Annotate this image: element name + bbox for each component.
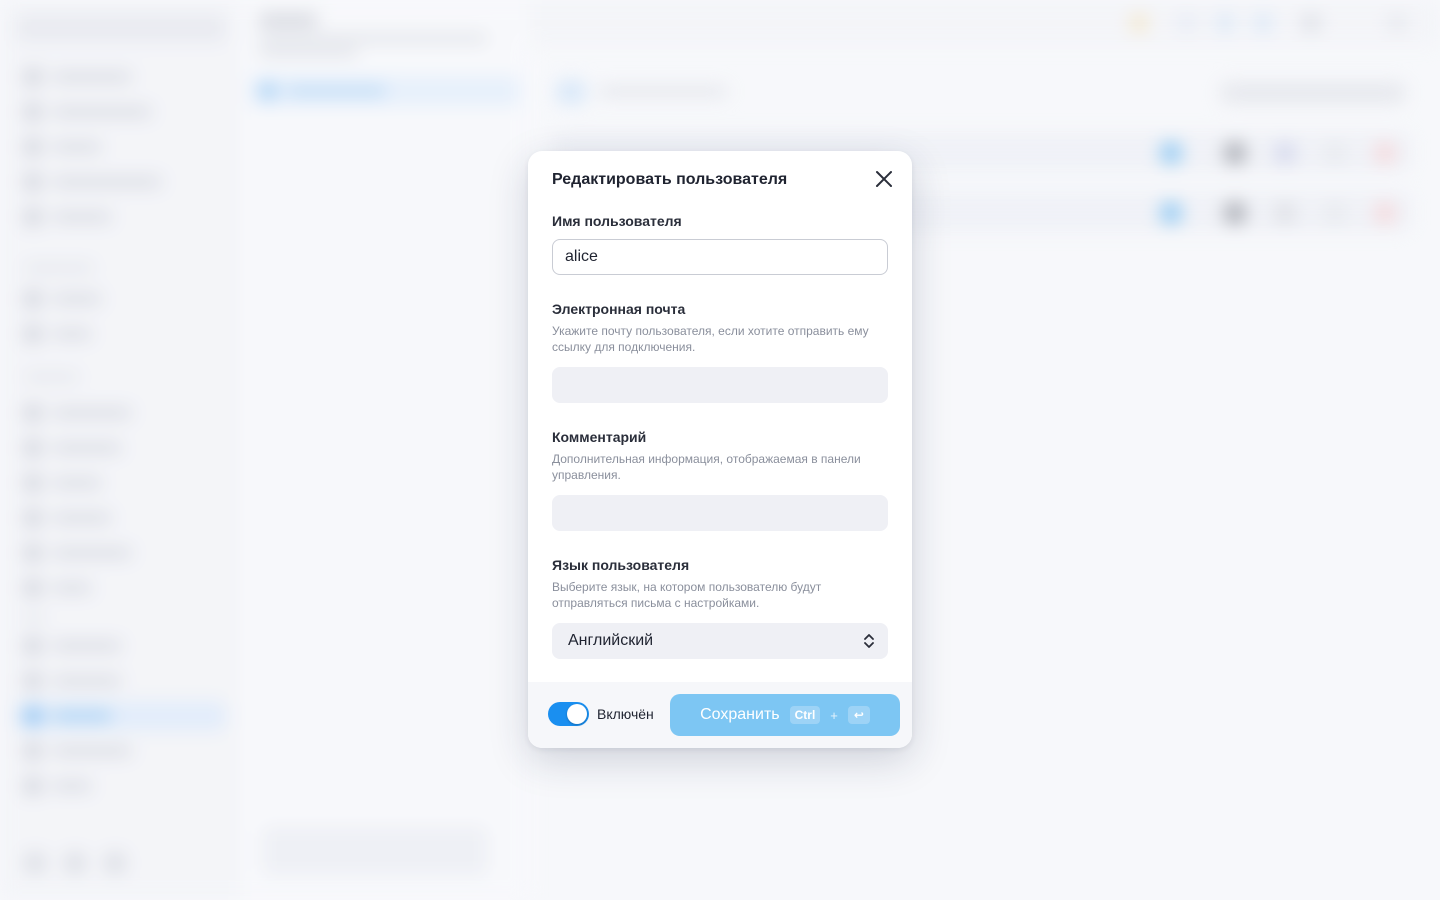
sidebar-item [24,173,162,191]
middle-title [258,14,318,26]
email-input[interactable] [552,367,888,403]
comment-help: Дополнительная информация, отображаемая … [552,452,861,482]
sidebar-item [24,509,112,527]
main-chip-label [598,87,728,96]
middle-subtitle [258,34,488,43]
sidebar [0,0,240,900]
email-label: Электронная почта [552,301,686,317]
middle-bottom-card [262,826,488,876]
sidebar-item [24,544,132,562]
close-icon [876,171,892,187]
shortcut-plus: + [830,707,838,723]
enabled-toggle-label: Включён [597,706,654,722]
username-input[interactable] [552,239,888,275]
sidebar-item [24,742,132,760]
sidebar-logo [16,14,226,42]
sidebar-item [24,325,92,343]
shortcut-ctrl-key: Ctrl [789,706,821,724]
toggle-knob [567,704,587,724]
edit-user-dialog: Редактировать пользователя Имя пользоват… [528,151,912,748]
sidebar-item [24,672,122,690]
language-label: Язык пользователя [552,557,690,573]
topbar-icon [1130,14,1148,32]
topbar-icon [1178,14,1196,32]
topbar-icon [1254,14,1272,32]
close-button[interactable] [874,169,894,189]
dialog-title: Редактировать пользователя [552,171,788,188]
save-button-label: Сохранить [700,706,780,723]
sidebar-section [24,264,94,272]
topbar-avatar [1302,14,1320,32]
sidebar-section [24,614,44,622]
language-select[interactable]: Английский [552,623,888,659]
middle-active-item [250,76,520,106]
sidebar-item [24,474,102,492]
middle-subtitle [258,48,358,57]
chevron-up-down-icon [864,634,874,648]
sidebar-item [24,637,122,655]
main-action-button [1220,82,1406,104]
enter-key-icon: ↩ [847,706,870,724]
topbar [530,0,1440,46]
dialog-footer: Включён Сохранить Ctrl + ↩ [528,682,912,748]
sidebar-item [24,103,152,121]
language-help: Выберите язык, на котором пользователю б… [552,580,822,610]
sidebar-footer [24,852,126,874]
middle-column [240,0,530,900]
sidebar-item [24,68,132,86]
save-button[interactable]: Сохранить Ctrl + ↩ [670,694,900,736]
topbar-icon [1216,14,1234,32]
username-label: Имя пользователя [552,213,682,229]
sidebar-item [24,579,92,597]
comment-label: Комментарий [552,429,647,445]
email-help: Укажите почту пользователя, если хотите … [552,324,869,354]
sidebar-item [24,290,102,308]
main-chip [556,80,586,104]
sidebar-section [24,373,79,381]
sidebar-item-active [16,702,226,730]
topbar-icon [1388,14,1406,32]
comment-input[interactable] [552,495,888,531]
sidebar-item [24,439,122,457]
sidebar-item [24,777,92,795]
enabled-toggle[interactable] [548,702,589,726]
language-selected-value: Английский [568,632,654,649]
sidebar-item [24,208,112,226]
sidebar-item [24,404,132,422]
sidebar-item [24,138,102,156]
